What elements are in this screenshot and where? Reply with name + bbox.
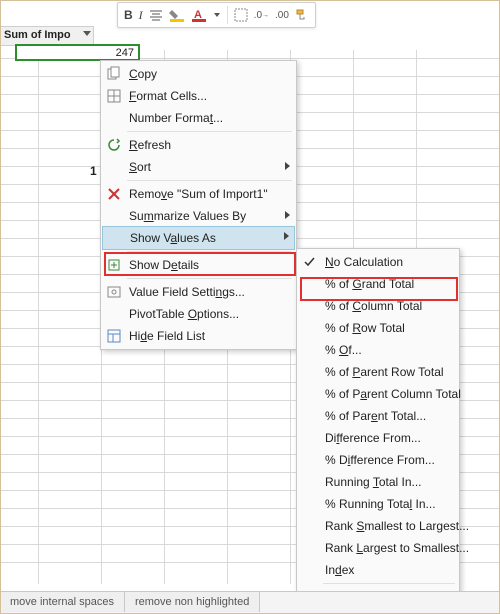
pivot-field-header[interactable]: Sum of Impo (0, 26, 94, 46)
submenu-percent-running-total[interactable]: % Running Total In... (297, 493, 459, 515)
submenu-percent-parent-column[interactable]: % of Parent Column Total (297, 383, 459, 405)
italic-button[interactable]: I (139, 4, 143, 26)
check-icon (302, 254, 318, 270)
bold-button[interactable]: B (124, 4, 133, 26)
active-cell[interactable]: 247 (15, 44, 140, 61)
field-dropdown-icon[interactable] (83, 31, 91, 36)
submenu-arrow-icon (285, 162, 290, 170)
toolbar-separator (227, 6, 228, 24)
submenu-rank-smallest[interactable]: Rank Smallest to Largest... (297, 515, 459, 537)
submenu-percent-row-total[interactable]: % of Row Total (297, 317, 459, 339)
decrease-decimal-button[interactable]: .00 (275, 4, 289, 26)
submenu-index[interactable]: Index (297, 559, 459, 581)
color-dropdown-icon[interactable] (213, 4, 221, 26)
submenu-difference-from[interactable]: Difference From... (297, 427, 459, 449)
sheet-tab[interactable]: remove non highlighted (125, 592, 260, 612)
copy-icon (106, 66, 122, 82)
sheet-tab[interactable]: move internal spaces (0, 592, 125, 612)
submenu-percent-column-total[interactable]: % of Column Total (297, 295, 459, 317)
submenu-running-total[interactable]: Running Total In... (297, 471, 459, 493)
menu-refresh[interactable]: Refresh (101, 134, 296, 156)
grand-total-cell: 1 (90, 164, 97, 178)
active-cell-value: 247 (116, 47, 134, 59)
mini-toolbar: B I A .0→ .00 (117, 2, 316, 28)
menu-value-field-settings[interactable]: Value Field Settings... (101, 281, 296, 303)
fill-color-button[interactable] (169, 4, 185, 26)
context-submenu-show-values-as: No Calculation % of Grand Total % of Col… (296, 248, 460, 611)
expand-icon (106, 257, 122, 273)
submenu-percent-parent-total[interactable]: % of Parent Total... (297, 405, 459, 427)
submenu-arrow-icon (284, 232, 289, 240)
sheet-tab-strip: move internal spaces remove non highligh… (0, 591, 500, 614)
context-menu: Copy Format Cells... Number Format... Re… (100, 60, 297, 350)
submenu-percent-difference-from[interactable]: % Difference From... (297, 449, 459, 471)
increase-decimal-button[interactable]: .0→ (254, 4, 269, 26)
menu-separator (127, 251, 292, 252)
borders-button[interactable] (234, 4, 248, 26)
menu-separator (127, 131, 292, 132)
menu-sort[interactable]: Sort (101, 156, 296, 178)
menu-pivottable-options[interactable]: PivotTable Options... (101, 303, 296, 325)
menu-separator (323, 583, 455, 584)
submenu-arrow-icon (285, 211, 290, 219)
format-painter-button[interactable] (295, 4, 309, 26)
menu-show-details[interactable]: Show Details (101, 254, 296, 276)
menu-summarize-by[interactable]: Summarize Values By (101, 205, 296, 227)
refresh-icon (106, 137, 122, 153)
submenu-no-calculation[interactable]: No Calculation (297, 251, 459, 273)
menu-separator (127, 180, 292, 181)
submenu-percent-grand-total[interactable]: % of Grand Total (297, 273, 459, 295)
menu-remove-field[interactable]: Remove "Sum of Import1" (101, 183, 296, 205)
menu-hide-field-list[interactable]: Hide Field List (101, 325, 296, 347)
align-button[interactable] (149, 4, 163, 26)
pivot-field-label: Sum of Impo (4, 29, 71, 41)
menu-show-values-as[interactable]: Show Values As (102, 226, 295, 250)
menu-copy[interactable]: Copy (101, 63, 296, 85)
field-settings-icon (106, 284, 122, 300)
menu-format-cells[interactable]: Format Cells... (101, 85, 296, 107)
submenu-percent-of[interactable]: % Of... (297, 339, 459, 361)
format-cells-icon (106, 88, 122, 104)
font-color-button[interactable]: A (191, 4, 207, 26)
remove-icon (106, 186, 122, 202)
field-list-icon (106, 328, 122, 344)
submenu-rank-largest[interactable]: Rank Largest to Smallest... (297, 537, 459, 559)
menu-number-format[interactable]: Number Format... (101, 107, 296, 129)
menu-separator (127, 278, 292, 279)
submenu-percent-parent-row[interactable]: % of Parent Row Total (297, 361, 459, 383)
